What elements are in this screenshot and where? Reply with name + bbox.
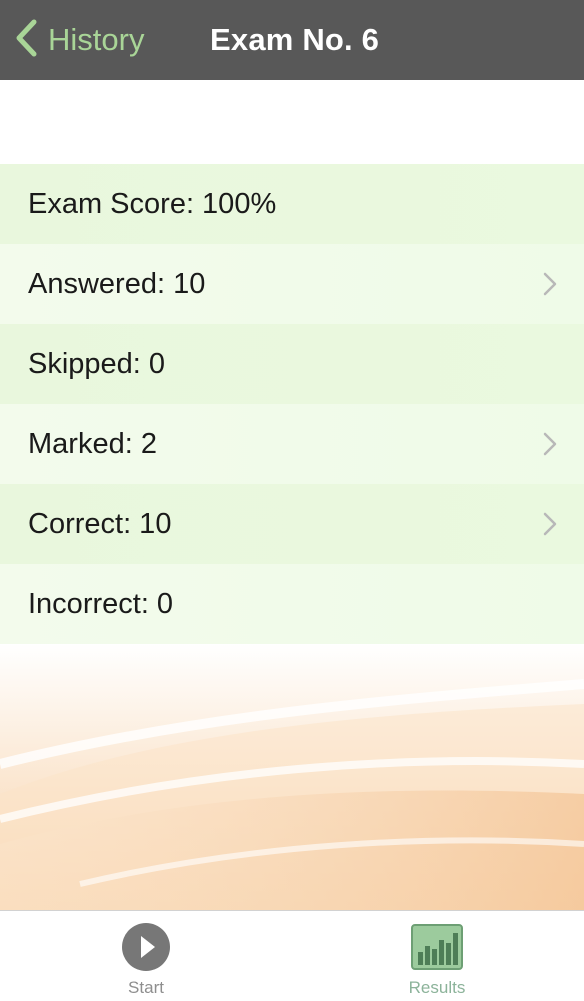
chevron-right-icon	[542, 431, 558, 457]
incorrect-label: Incorrect: 0	[28, 587, 174, 620]
chevron-left-icon	[14, 19, 38, 62]
list-item-correct[interactable]: Correct: 10	[0, 484, 584, 564]
bar-chart-icon	[411, 922, 463, 972]
list-item-marked[interactable]: Marked: 2	[0, 404, 584, 484]
back-button[interactable]: History	[14, 19, 145, 62]
list-item-incorrect: Incorrect: 0	[0, 564, 584, 644]
page-title: Exam No. 6	[210, 22, 380, 57]
play-icon	[120, 922, 172, 972]
exam-score-label: Exam Score: 100%	[28, 187, 277, 220]
chevron-right-icon	[542, 271, 558, 297]
tab-bar: Start Results	[0, 910, 584, 1001]
tab-start-label: Start	[128, 978, 164, 997]
navigation-bar: History Exam No. 6	[0, 0, 584, 80]
header-spacer	[0, 80, 584, 164]
back-button-label: History	[48, 22, 145, 57]
answered-label: Answered: 10	[28, 267, 206, 300]
correct-label: Correct: 10	[28, 507, 172, 540]
tab-results-label: Results	[408, 978, 466, 997]
marked-label: Marked: 2	[28, 427, 157, 460]
background-wave-decoration	[0, 644, 584, 910]
tab-start[interactable]: Start	[76, 911, 216, 1001]
list-item-exam-score: Exam Score: 100%	[0, 164, 584, 244]
tab-results[interactable]: Results	[367, 911, 507, 1001]
list-item-skipped: Skipped: 0	[0, 324, 584, 404]
skipped-label: Skipped: 0	[28, 347, 166, 380]
chevron-right-icon	[542, 511, 558, 537]
results-list: Exam Score: 100% Answered: 10 Skipped: 0…	[0, 164, 584, 644]
list-item-answered[interactable]: Answered: 10	[0, 244, 584, 324]
